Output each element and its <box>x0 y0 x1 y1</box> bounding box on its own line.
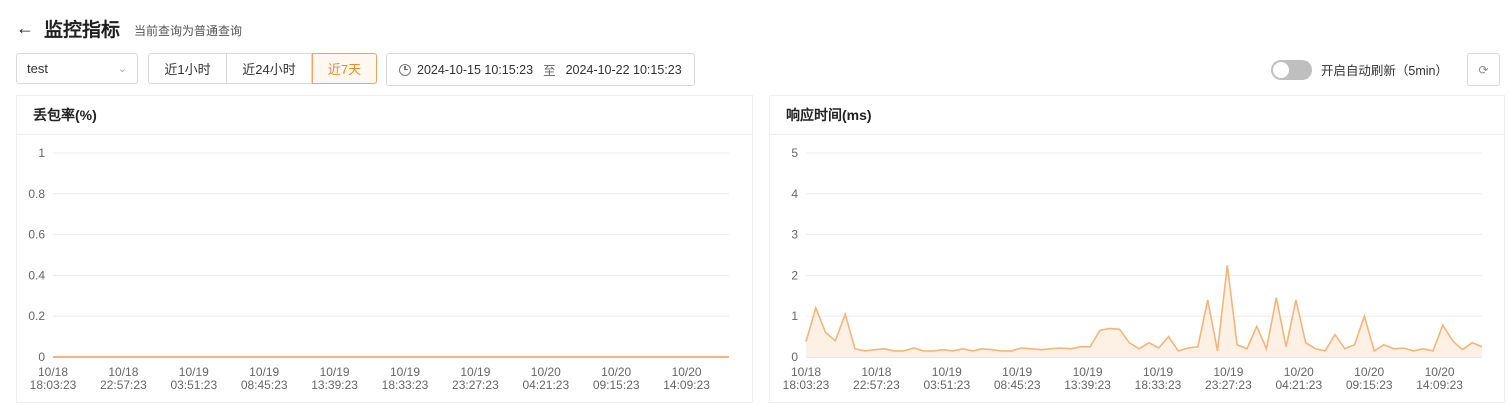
refresh-icon: ⟳ <box>1478 62 1489 77</box>
x-tick-label: 10/19 <box>1143 365 1173 379</box>
x-tick-label: 09:15:23 <box>1346 378 1393 392</box>
date-range-separator: 至 <box>543 64 556 78</box>
x-tick-label: 18:03:23 <box>783 378 830 392</box>
refresh-button[interactable]: ⟳ <box>1467 53 1500 86</box>
y-tick-label: 1 <box>38 146 45 160</box>
x-tick-label: 14:09:23 <box>663 378 710 392</box>
x-tick-label: 13:39:23 <box>311 378 358 392</box>
toolbar: test ⌄ 近1小时 近24小时 近7天 2024-10-15 10:15:2… <box>16 53 1500 86</box>
x-tick-label: 22:57:23 <box>100 378 147 392</box>
page-header: ← 监控指标 当前查询为普通查询 <box>16 12 242 44</box>
x-tick-label: 10/19 <box>1073 365 1103 379</box>
page-subtitle: 当前查询为普通查询 <box>134 23 243 38</box>
x-tick-label: 23:27:23 <box>1205 378 1252 392</box>
x-tick-label: 10/19 <box>179 365 209 379</box>
x-tick-label: 10/18 <box>861 365 891 379</box>
series-area <box>806 265 1482 357</box>
x-tick-label: 10/19 <box>249 365 279 379</box>
x-tick-label: 10/20 <box>672 365 702 379</box>
x-tick-label: 13:39:23 <box>1064 378 1111 392</box>
page-title: 监控指标 <box>44 19 121 41</box>
x-tick-label: 10/19 <box>1002 365 1032 379</box>
range-button-7d[interactable]: 近7天 <box>312 53 377 84</box>
y-tick-label: 5 <box>791 146 798 160</box>
y-tick-label: 0.8 <box>28 187 45 201</box>
series-line <box>805 265 1483 353</box>
x-tick-label: 03:51:23 <box>170 378 217 392</box>
y-tick-label: 2 <box>791 268 798 282</box>
auto-refresh: 开启自动刷新（5min） <box>1270 53 1448 86</box>
x-tick-label: 14:09:23 <box>1416 378 1463 392</box>
y-tick-label: 0.4 <box>28 268 45 282</box>
range-button-24h[interactable]: 近24小时 <box>227 53 312 84</box>
time-range-group: 近1小时 近24小时 近7天 <box>148 53 377 84</box>
x-tick-label: 09:15:23 <box>593 378 640 392</box>
response-time-chart: 54321010/1818:03:2310/1822:57:2310/1903:… <box>783 146 1483 392</box>
x-tick-label: 10/18 <box>108 365 138 379</box>
x-tick-label: 08:45:23 <box>241 378 288 392</box>
range-button-label: 近1小时 <box>164 62 211 77</box>
x-tick-label: 03:51:23 <box>923 378 970 392</box>
arrow-left-icon[interactable]: ← <box>16 19 36 37</box>
response-time-panel: 响应时间(ms) 5 4 3 2 1 0 10/18 18:03:23 10/18 22:57:2… <box>769 95 1505 403</box>
x-tick-label: 10/20 <box>1284 365 1314 379</box>
x-tick-label: 10/18 <box>38 365 68 379</box>
date-range-picker[interactable]: 2024-10-15 10:15:23 至 2024-10-22 10:15:2… <box>386 53 695 86</box>
range-button-1h[interactable]: 近1小时 <box>148 53 227 84</box>
target-select-value: test <box>27 61 48 76</box>
y-tick-label: 0 <box>38 350 45 364</box>
auto-refresh-toggle[interactable] <box>1270 59 1312 80</box>
x-tick-label: 10/20 <box>1425 365 1455 379</box>
y-tick-label: 0.6 <box>28 228 45 242</box>
x-tick-label: 08:45:23 <box>994 378 1041 392</box>
clock-icon <box>399 63 411 76</box>
y-tick-label: 0 <box>791 350 798 364</box>
chevron-down-icon: ⌄ <box>117 63 127 75</box>
toggle-knob <box>1272 61 1289 78</box>
date-range-end: 2024-10-22 10:15:23 <box>565 62 682 77</box>
y-tick-label: 0.2 <box>28 309 45 323</box>
target-select[interactable]: test ⌄ <box>16 53 138 84</box>
x-tick-label: 10/19 <box>460 365 490 379</box>
x-tick-label: 10/18 <box>791 365 821 379</box>
x-tick-label: 10/19 <box>390 365 420 379</box>
x-tick-label: 18:33:23 <box>382 378 429 392</box>
x-tick-label: 04:21:23 <box>522 378 569 392</box>
x-tick-label: 10/19 <box>320 365 350 379</box>
x-tick-label: 10/19 <box>1213 365 1243 379</box>
x-tick-label: 18:03:23 <box>30 378 77 392</box>
y-tick-label: 3 <box>791 228 798 242</box>
auto-refresh-label: 开启自动刷新（5min） <box>1320 64 1448 78</box>
x-tick-label: 10/20 <box>601 365 631 379</box>
x-tick-label: 10/20 <box>1354 365 1384 379</box>
x-tick-label: 10/20 <box>531 365 561 379</box>
x-tick-label: 18:33:23 <box>1135 378 1182 392</box>
range-button-label: 近24小时 <box>242 62 296 77</box>
x-tick-label: 10/19 <box>932 365 962 379</box>
y-tick-label: 1 <box>791 309 798 323</box>
y-tick-label: 4 <box>791 187 798 201</box>
x-tick-label: 22:57:23 <box>853 378 900 392</box>
packet-loss-panel: 丢包率(%) 1 0.8 0.6 0.4 0.2 0 10/18 18:03:23 10/18 2… <box>16 95 753 403</box>
packet-loss-chart: 10.80.60.40.2010/1818:03:2310/1822:57:23… <box>28 146 729 392</box>
range-button-label: 近7天 <box>327 62 362 77</box>
x-tick-label: 23:27:23 <box>452 378 499 392</box>
date-range-start: 2024-10-15 10:15:23 <box>417 62 534 77</box>
x-tick-label: 04:21:23 <box>1275 378 1322 392</box>
